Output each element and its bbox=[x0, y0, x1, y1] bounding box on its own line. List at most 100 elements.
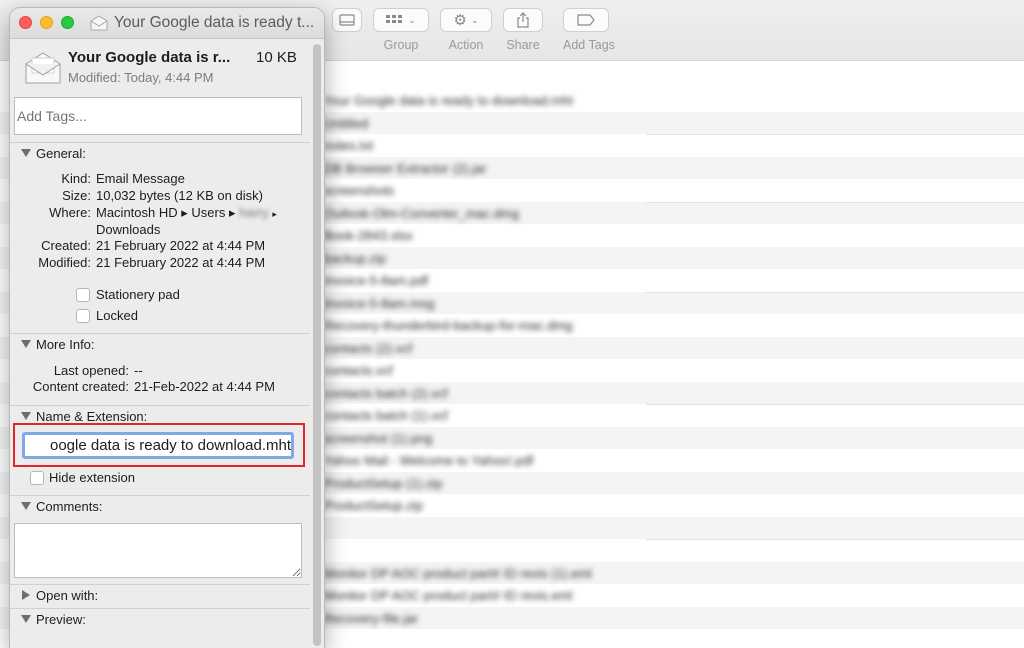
open-with-heading: Open with: bbox=[36, 588, 99, 603]
last-opened-label: Last opened: bbox=[53, 363, 129, 378]
grid-icon bbox=[386, 15, 403, 23]
file-row-name: ProductSetup (1).zip bbox=[324, 475, 443, 491]
file-row-name: Book-2843.xlsx bbox=[324, 228, 413, 243]
size-value: 10,032 bytes (12 KB on disk) bbox=[96, 188, 263, 203]
file-row-name: Outlook-Olm-Converter_mac.dmg bbox=[324, 205, 520, 221]
list-view-icon bbox=[339, 14, 355, 26]
row-divider bbox=[646, 291, 1024, 293]
file-row-name: Invoice-5-8am.pdf bbox=[324, 273, 429, 288]
group-label: Group bbox=[383, 38, 419, 52]
preview-section-header[interactable]: Preview: bbox=[10, 611, 310, 631]
add-tags-control[interactable]: Add Tags bbox=[563, 8, 615, 52]
file-row-name: screenshots bbox=[324, 183, 395, 198]
gear-icon: ⚙ bbox=[453, 12, 467, 29]
path-separator: ▸ bbox=[272, 209, 277, 219]
section-divider bbox=[10, 495, 310, 496]
email-file-icon bbox=[25, 52, 61, 84]
last-opened-value: -- bbox=[134, 363, 143, 378]
share-control[interactable]: Share bbox=[503, 8, 543, 52]
tag-icon bbox=[577, 14, 595, 26]
section-divider bbox=[10, 608, 310, 609]
file-size: 10 KB bbox=[256, 49, 297, 66]
section-divider bbox=[10, 405, 310, 406]
where-path: Macintosh HD ▸ Users ▸ bbox=[96, 205, 236, 220]
close-button[interactable] bbox=[19, 16, 32, 29]
file-row-name: notes.txt bbox=[324, 138, 374, 153]
section-divider bbox=[10, 142, 310, 143]
file-row-name: Yahoo Mail - Welcome to Yahoo!.pdf bbox=[324, 453, 534, 468]
content-created-label: Content created: bbox=[32, 379, 129, 394]
get-info-window: Your Google data is ready t... Your Goog… bbox=[10, 8, 324, 648]
add-tags-button[interactable] bbox=[563, 8, 609, 32]
content-created-value: 21-Feb-2022 at 4:44 PM bbox=[134, 379, 275, 394]
window-title: Your Google data is ready t... bbox=[114, 14, 315, 31]
modified-value: 21 February 2022 at 4:44 PM bbox=[96, 255, 266, 270]
file-name: Your Google data is r... bbox=[68, 49, 231, 66]
file-row-name: contacts batch (2).vcf bbox=[324, 385, 448, 401]
comments-heading: Comments: bbox=[36, 499, 103, 514]
file-row-name: Invoice-5-8am.msg bbox=[324, 295, 435, 311]
title-bar[interactable]: Your Google data is ready t... bbox=[10, 8, 324, 39]
row-divider bbox=[646, 134, 1024, 135]
where-user: harry bbox=[239, 205, 269, 220]
file-row-name: Recovery-thunderbird-backup-for-mac.dmg bbox=[324, 318, 573, 333]
zoom-button[interactable] bbox=[61, 16, 74, 29]
tags-input[interactable] bbox=[14, 97, 302, 135]
general-section-header[interactable]: General: bbox=[10, 145, 310, 165]
minimize-button[interactable] bbox=[40, 16, 53, 29]
kind-value: Email Message bbox=[96, 171, 185, 186]
disclosure-open-icon bbox=[21, 615, 31, 623]
disclosure-open-icon bbox=[21, 149, 31, 157]
scrollbar-thumb[interactable] bbox=[313, 44, 321, 646]
stationery-pad-checkbox[interactable] bbox=[76, 288, 90, 302]
size-label: Size: bbox=[62, 188, 91, 203]
preview-heading: Preview: bbox=[36, 612, 86, 627]
row-divider bbox=[646, 404, 1024, 405]
more-info-section-header[interactable]: More Info: bbox=[10, 336, 310, 356]
created-label: Created: bbox=[41, 238, 91, 253]
view-control[interactable] bbox=[332, 8, 362, 38]
chevron-down-icon: ⌄ bbox=[408, 14, 416, 25]
disclosure-closed-icon bbox=[22, 590, 30, 600]
share-icon bbox=[517, 12, 529, 28]
file-row-name: contacts.vcf bbox=[324, 363, 393, 378]
open-with-section-header[interactable]: Open with: bbox=[10, 587, 310, 607]
file-row-name: DB Browser Extractor (2).jar bbox=[324, 160, 487, 176]
email-icon bbox=[90, 15, 108, 31]
general-heading: General: bbox=[36, 146, 86, 161]
comments-textarea[interactable] bbox=[14, 523, 302, 578]
share-label: Share bbox=[506, 38, 540, 52]
file-row-name: Monitor DP AOC product part# ID revis.em… bbox=[324, 588, 573, 603]
action-control[interactable]: ⚙ ⌄ Action bbox=[440, 8, 492, 52]
disclosure-open-icon bbox=[21, 340, 31, 348]
section-divider bbox=[10, 584, 310, 585]
modified-label: Modified: bbox=[38, 255, 91, 270]
file-row-name: Untitled bbox=[324, 115, 369, 131]
info-header: Your Google data is r... 10 KB Modified:… bbox=[10, 39, 310, 95]
comments-section-header[interactable]: Comments: bbox=[10, 498, 310, 518]
file-row-name: contacts (2).vcf bbox=[324, 340, 413, 356]
file-row-name: contacts batch (1).vcf bbox=[324, 408, 448, 423]
stationery-pad-label: Stationery pad bbox=[96, 287, 180, 302]
modified-summary: Modified: Today, 4:44 PM bbox=[68, 70, 214, 85]
file-row-name: Your Google data is ready to download.mh… bbox=[324, 93, 573, 108]
where-value: Macintosh HD ▸ Users ▸ harry ▸ bbox=[96, 205, 277, 221]
group-button[interactable]: ⌄ bbox=[373, 8, 429, 32]
name-extension-input[interactable]: oogle data is ready to download.mht bbox=[22, 432, 294, 459]
action-label: Action bbox=[448, 38, 484, 52]
where-label: Where: bbox=[49, 205, 91, 220]
action-button[interactable]: ⚙ ⌄ bbox=[440, 8, 492, 32]
kind-label: Kind: bbox=[61, 171, 91, 186]
group-control[interactable]: ⌄ Group bbox=[373, 8, 429, 52]
where-value-folder: Downloads bbox=[96, 222, 161, 237]
file-row-name: screenshot (1).png bbox=[324, 430, 433, 446]
file-row-name: ProductSetup.zip bbox=[324, 498, 424, 513]
section-divider bbox=[10, 333, 310, 334]
locked-checkbox[interactable] bbox=[76, 309, 90, 323]
share-button[interactable] bbox=[503, 8, 543, 32]
hide-extension-checkbox[interactable] bbox=[30, 471, 44, 485]
more-info-heading: More Info: bbox=[36, 337, 95, 352]
file-row-name: backup.zip bbox=[324, 250, 387, 266]
file-row-name: Recovery-file.jar bbox=[324, 610, 418, 626]
view-button[interactable] bbox=[332, 8, 362, 32]
